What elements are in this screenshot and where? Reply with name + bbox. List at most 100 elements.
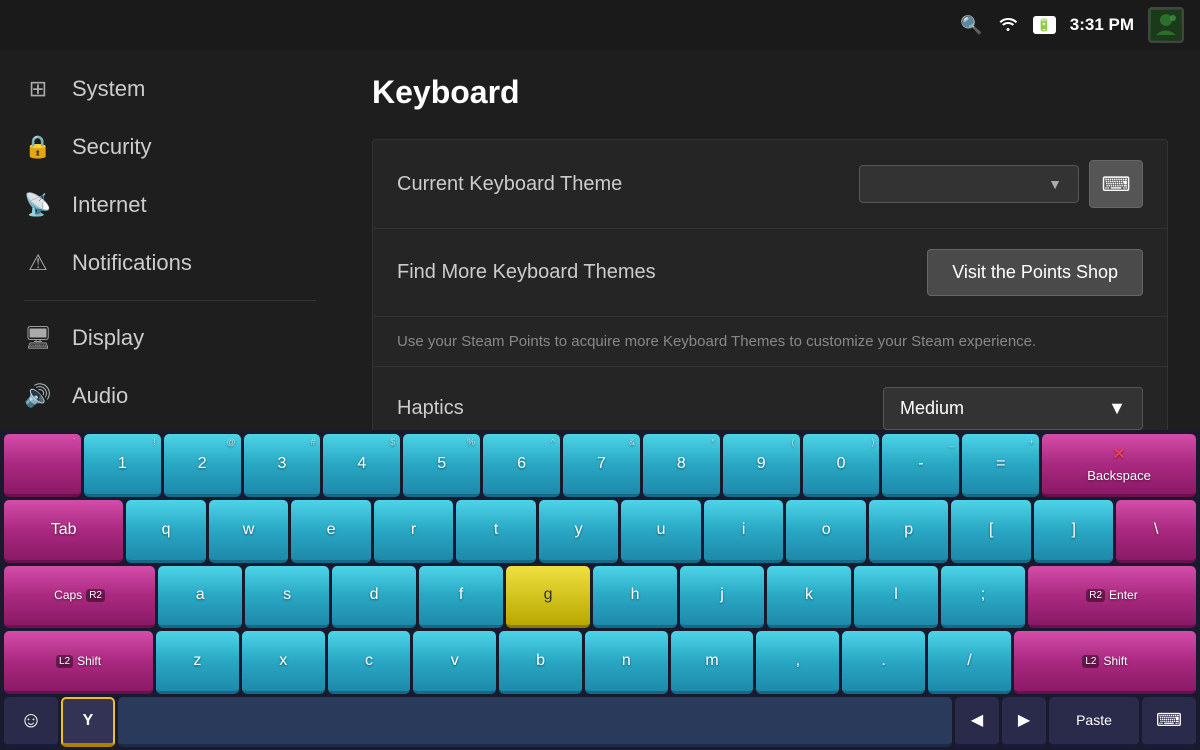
wifi-icon xyxy=(997,14,1019,37)
system-icon: ⊞ xyxy=(24,76,52,102)
l2-badge-right: L2 xyxy=(1082,655,1099,668)
arrow-left-button[interactable]: ◀ xyxy=(955,697,999,747)
key-g[interactable]: g xyxy=(506,566,590,629)
key-p[interactable]: p xyxy=(869,500,949,563)
backspace-label: Backspace xyxy=(1087,468,1151,483)
sidebar-item-security[interactable]: 🔒 Security xyxy=(0,118,340,176)
sidebar-item-internet[interactable]: 📡 Internet xyxy=(0,176,340,234)
sidebar-item-audio[interactable]: 🔊 Audio xyxy=(0,367,340,425)
haptics-value: Medium xyxy=(900,398,964,419)
settings-section: Current Keyboard Theme ▼ ⌨ Find More Key… xyxy=(372,139,1168,451)
key-h[interactable]: h xyxy=(593,566,677,629)
left-shift-key[interactable]: L2 Shift xyxy=(4,631,153,694)
key-backslash[interactable]: \ xyxy=(1116,500,1196,563)
keyboard-theme-row: Current Keyboard Theme ▼ ⌨ xyxy=(373,140,1167,229)
key-7[interactable]: &7 xyxy=(563,434,640,497)
sidebar-item-system[interactable]: ⊞ System xyxy=(0,60,340,118)
enter-key[interactable]: R2 Enter xyxy=(1028,566,1196,629)
key-z[interactable]: z xyxy=(156,631,239,694)
key-u[interactable]: u xyxy=(621,500,701,563)
key-n[interactable]: n xyxy=(585,631,668,694)
key-slash[interactable]: / xyxy=(928,631,1011,694)
spacebar[interactable] xyxy=(118,697,952,747)
key-f[interactable]: f xyxy=(419,566,503,629)
sidebar-item-label-display: Display xyxy=(72,325,144,351)
key-m[interactable]: m xyxy=(671,631,754,694)
key-d[interactable]: d xyxy=(332,566,416,629)
keyboard-layout-button[interactable]: ⌨ xyxy=(1142,697,1196,747)
enter-label: Enter xyxy=(1109,588,1138,602)
key-x[interactable]: x xyxy=(242,631,325,694)
avatar[interactable] xyxy=(1148,7,1184,43)
key-2[interactable]: @2 xyxy=(164,434,241,497)
display-icon: 🖥 xyxy=(24,325,52,351)
paste-button[interactable]: Paste xyxy=(1049,697,1139,747)
key-o[interactable]: o xyxy=(786,500,866,563)
keyboard-preview-icon: ⌨ xyxy=(1102,172,1131,197)
key-k[interactable]: k xyxy=(767,566,851,629)
tab-key[interactable]: Tab xyxy=(4,500,123,563)
number-row: ` !1 @2 #3 $4 %5 ^6 &7 *8 (9 )0 _- += ✕ … xyxy=(4,434,1196,497)
battery-icon: 🔋 xyxy=(1033,16,1056,34)
keyboard-theme-control: ▼ ⌨ xyxy=(859,160,1143,208)
qwerty-row: Tab q w e r t y u i o p [ ] \ xyxy=(4,500,1196,563)
key-9[interactable]: (9 xyxy=(723,434,800,497)
emoji-button[interactable]: ☺ xyxy=(4,697,58,747)
key-minus[interactable]: _- xyxy=(882,434,959,497)
description-row: Use your Steam Points to acquire more Ke… xyxy=(373,317,1167,367)
key-8[interactable]: *8 xyxy=(643,434,720,497)
search-icon[interactable]: 🔍 xyxy=(960,15,982,36)
haptics-dropdown[interactable]: Medium ▼ xyxy=(883,387,1143,430)
key-comma[interactable]: , xyxy=(756,631,839,694)
key-y[interactable]: y xyxy=(539,500,619,563)
key-0[interactable]: )0 xyxy=(803,434,880,497)
key-j[interactable]: j xyxy=(680,566,764,629)
caps-key[interactable]: Caps R2 xyxy=(4,566,155,629)
key-4[interactable]: $4 xyxy=(323,434,400,497)
keyboard-theme-dropdown[interactable]: ▼ xyxy=(859,165,1079,203)
sidebar-item-label-system: System xyxy=(72,76,145,102)
status-time: 3:31 PM xyxy=(1070,15,1134,35)
sidebar-item-display[interactable]: 🖥 Display xyxy=(0,309,340,367)
key-w[interactable]: w xyxy=(209,500,289,563)
find-more-row: Find More Keyboard Themes Visit the Poin… xyxy=(373,229,1167,317)
asdf-row: Caps R2 a s d f g h j k l ; R2 Enter xyxy=(4,566,1196,629)
key-c[interactable]: c xyxy=(328,631,411,694)
x-circle-icon: ✕ xyxy=(1112,444,1125,464)
arrow-right-button[interactable]: ▶ xyxy=(1002,697,1046,747)
key-i[interactable]: i xyxy=(704,500,784,563)
key-lbracket[interactable]: [ xyxy=(951,500,1031,563)
visit-shop-button[interactable]: Visit the Points Shop xyxy=(927,249,1143,296)
key-6[interactable]: ^6 xyxy=(483,434,560,497)
haptics-dropdown-arrow-icon: ▼ xyxy=(1108,398,1126,419)
key-equals[interactable]: += xyxy=(962,434,1039,497)
right-shift-label: Shift xyxy=(1103,654,1127,668)
key-period[interactable]: . xyxy=(842,631,925,694)
key-r[interactable]: r xyxy=(374,500,454,563)
key-v[interactable]: v xyxy=(413,631,496,694)
y-button[interactable]: Y xyxy=(61,697,115,747)
sidebar-item-label-audio: Audio xyxy=(72,383,128,409)
key-a[interactable]: a xyxy=(158,566,242,629)
main-content: Keyboard Current Keyboard Theme ▼ ⌨ Find… xyxy=(340,50,1200,430)
key-backtick[interactable]: ` xyxy=(4,434,81,497)
key-rbracket[interactable]: ] xyxy=(1034,500,1114,563)
notifications-icon: ⚠ xyxy=(24,250,52,276)
key-q[interactable]: q xyxy=(126,500,206,563)
backspace-key[interactable]: ✕ Backspace xyxy=(1042,434,1196,497)
key-semicolon[interactable]: ; xyxy=(941,566,1025,629)
sidebar-item-notifications[interactable]: ⚠ Notifications xyxy=(0,234,340,292)
key-l[interactable]: l xyxy=(854,566,938,629)
spacebar-row: ☺ Y ◀ ▶ Paste ⌨ xyxy=(0,694,1200,750)
key-1[interactable]: !1 xyxy=(84,434,161,497)
caps-label: Caps xyxy=(54,588,82,602)
key-5[interactable]: %5 xyxy=(403,434,480,497)
key-s[interactable]: s xyxy=(245,566,329,629)
dropdown-arrow-icon: ▼ xyxy=(1048,176,1062,192)
key-3[interactable]: #3 xyxy=(244,434,321,497)
right-shift-key[interactable]: L2 Shift xyxy=(1014,631,1196,694)
key-e[interactable]: e xyxy=(291,500,371,563)
key-b[interactable]: b xyxy=(499,631,582,694)
key-t[interactable]: t xyxy=(456,500,536,563)
keyboard-preview-button[interactable]: ⌨ xyxy=(1089,160,1143,208)
